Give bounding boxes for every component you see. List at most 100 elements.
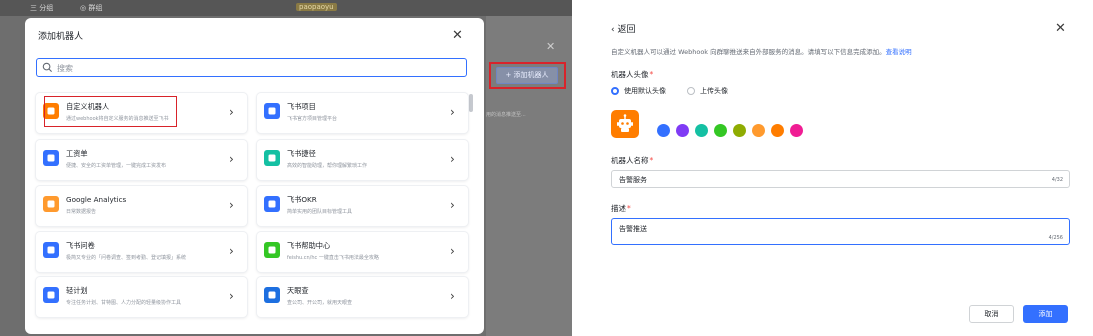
name-value: 告警服务	[619, 176, 647, 184]
avatar-color-swatch[interactable]	[733, 124, 746, 137]
right-screenshot: ‹ 返回 ✕ 自定义机器人可以通过 Webhook 向群聊推送来自外部服务的消息…	[572, 0, 1093, 336]
app-description: 飞书官方项目管理平台	[287, 116, 338, 122]
required-mark: *	[627, 204, 631, 213]
left-screenshot: 三 分组 ◎ 群组 paopaoyu ✕ + 添加机器人 用的消息推送至... …	[0, 0, 572, 336]
app-description: 便捷、安全的工资单管理，一键完成工资发布	[66, 163, 167, 169]
add-button[interactable]: 添加	[1023, 305, 1068, 323]
background-topbar: 三 分组 ◎ 群组 paopaoyu	[0, 0, 572, 16]
app-card[interactable]: 飞书OKR 简单实用的团队目标管理工具 ›	[257, 186, 468, 226]
highlight-box	[489, 62, 566, 89]
close-icon[interactable]: ✕	[452, 29, 463, 43]
survey-icon	[43, 242, 59, 258]
app-title: 飞书捷径	[287, 149, 316, 158]
app-description: 高效的智能助理，帮你理解繁琐工作	[287, 163, 368, 169]
cancel-button[interactable]: 取消	[969, 305, 1014, 323]
app-card[interactable]: 飞书问卷极简又专业的「问卷调查、签到考勤、登记填报」系统 ›	[36, 232, 247, 272]
chevron-right-icon: ›	[229, 198, 234, 212]
scrollbar[interactable]	[469, 94, 473, 112]
description-label-text: 描述	[611, 204, 626, 213]
name-label: 机器人名称*	[611, 155, 653, 166]
upload-avatar-radio[interactable]	[687, 87, 695, 95]
chevron-right-icon: ›	[450, 198, 455, 212]
chevron-right-icon: ›	[450, 105, 455, 119]
shortcut-icon	[264, 150, 280, 166]
tianyancha-icon	[264, 287, 280, 303]
app-description: feishu.cn/hc 一键直击飞书用法最全攻略	[287, 255, 379, 261]
analytics-icon	[43, 196, 59, 212]
help-center-icon	[264, 242, 280, 258]
chevron-right-icon: ›	[450, 289, 455, 303]
back-label: 返回	[617, 25, 636, 35]
app-title: 轻计划	[66, 286, 88, 295]
description-textarea[interactable]: 告警推送 4/256	[611, 218, 1070, 245]
app-description: 简单实用的团队目标管理工具	[287, 209, 353, 215]
group-tab: 三 分组	[30, 4, 54, 12]
chevron-right-icon: ›	[229, 105, 234, 119]
avatar-color-swatch[interactable]	[695, 124, 708, 137]
name-char-count: 4/32	[1051, 177, 1063, 183]
chevron-right-icon: ›	[450, 152, 455, 166]
avatar-label-text: 机器人头像	[611, 70, 649, 79]
app-description: 日常数据报告	[66, 209, 97, 215]
default-avatar-label: 使用默认头像	[624, 87, 666, 95]
app-title: 飞书OKR	[287, 195, 317, 204]
search-input[interactable]: 搜索	[36, 58, 467, 77]
chevron-right-icon: ›	[229, 289, 234, 303]
avatar-color-swatch[interactable]	[676, 124, 689, 137]
app-title: 工资单	[66, 149, 88, 158]
avatar-color-swatch[interactable]	[657, 124, 670, 137]
robot-name-input[interactable]: 告警服务 4/32	[611, 170, 1070, 188]
upload-avatar-label: 上传头像	[700, 87, 728, 95]
description-char-count: 4/256	[1048, 235, 1063, 241]
avatar-color-swatch[interactable]	[714, 124, 727, 137]
add-robot-modal: 添加机器人 ✕ 搜索 自定义机器人 通过webhook将自定义服务的消息推送至飞书…	[25, 18, 484, 334]
chevron-right-icon: ›	[450, 244, 455, 258]
background-text: 用的消息推送至...	[486, 112, 526, 118]
app-card[interactable]: Google Analytics 日常数据报告 ›	[36, 186, 247, 226]
modal-title: 添加机器人	[38, 32, 84, 42]
search-placeholder: 搜索	[57, 64, 73, 73]
app-title: 天眼查	[287, 286, 309, 295]
close-icon[interactable]: ✕	[1055, 21, 1066, 36]
description-text: 自定义机器人可以通过 Webhook 向群聊推送来自外部服务的消息。请填写以下信…	[611, 48, 886, 56]
app-description: 极简又专业的「问卷调查、签到考勤、登记填报」系统	[66, 255, 187, 261]
search-icon	[42, 62, 53, 73]
app-title: 飞书帮助中心	[287, 241, 331, 250]
panel-description: 自定义机器人可以通过 Webhook 向群聊推送来自外部服务的消息。请填写以下信…	[611, 46, 912, 56]
avatar-color-swatch[interactable]	[771, 124, 784, 137]
robot-avatar	[611, 110, 639, 138]
app-title: 飞书问卷	[66, 241, 95, 250]
okr-icon	[264, 196, 280, 212]
chevron-right-icon: ›	[229, 244, 234, 258]
chat-group-tab: ◎ 群组	[80, 4, 103, 12]
app-description: 查公司、开公司，就用天眼查	[287, 300, 353, 306]
user-name: paopaoyu	[296, 3, 337, 11]
name-label-text: 机器人名称	[611, 156, 649, 165]
app-title: 飞书项目	[287, 102, 316, 111]
default-avatar-radio[interactable]	[611, 87, 619, 95]
feishu-project-icon	[264, 103, 280, 119]
chevron-right-icon: ›	[229, 152, 234, 166]
app-card[interactable]: 轻计划专注任务计划、甘特图、人力分配的轻量级协作工具 ›	[36, 277, 247, 317]
app-card[interactable]: 天眼查查公司、开公司，就用天眼查 ›	[257, 277, 468, 317]
app-card[interactable]: 飞书帮助中心 feishu.cn/hc 一键直击飞书用法最全攻略 ›	[257, 232, 468, 272]
app-card[interactable]: 工资单便捷、安全的工资单管理，一键完成工资发布 ›	[36, 140, 247, 180]
required-mark: *	[649, 70, 654, 79]
avatar-color-swatch[interactable]	[790, 124, 803, 137]
help-link[interactable]: 查看说明	[886, 48, 912, 56]
back-button[interactable]: ‹ 返回	[611, 22, 635, 35]
avatar-label: 机器人头像*	[611, 69, 653, 80]
required-mark: *	[649, 156, 654, 165]
robot-icon	[617, 114, 633, 132]
avatar-color-swatch[interactable]	[752, 124, 765, 137]
app-card[interactable]: 飞书捷径高效的智能助理，帮你理解繁琐工作 ›	[257, 140, 468, 180]
highlight-box	[44, 96, 177, 127]
payroll-icon	[43, 150, 59, 166]
app-card[interactable]: 飞书项目飞书官方项目管理平台 ›	[257, 93, 468, 133]
background-close-icon: ✕	[546, 40, 556, 53]
app-title: Google Analytics	[66, 195, 127, 204]
description-label: 描述*	[611, 203, 631, 214]
description-value: 告警推送	[619, 225, 647, 233]
app-description: 专注任务计划、甘特图、人力分配的轻量级协作工具	[66, 300, 182, 306]
light-plan-icon	[43, 287, 59, 303]
